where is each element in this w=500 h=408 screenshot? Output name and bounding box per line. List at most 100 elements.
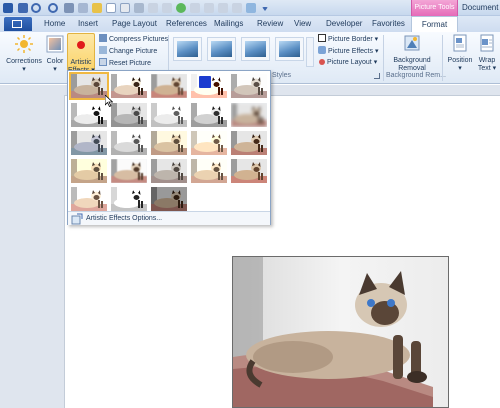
email-icon[interactable] [120,3,130,13]
reset-picture-button[interactable]: Reset Picture [99,58,151,69]
artistic-effects-icon [77,41,85,49]
artistic-effect-thumb-2[interactable] [111,74,147,98]
artistic-effect-thumb-5[interactable] [231,74,267,98]
artistic-effect-thumb-22[interactable] [111,187,147,211]
table-icon[interactable] [162,3,172,13]
picture-style-1[interactable] [173,37,202,61]
color-icon [46,35,64,53]
picture-tools-context-title: Picture Tools [411,0,458,16]
undo-icon[interactable] [31,3,41,13]
artistic-effects-options[interactable]: Artistic Effects Options... [68,211,270,225]
compress-pictures-button[interactable]: Compress Pictures [99,34,168,45]
artistic-effect-thumb-20[interactable] [231,159,267,183]
artistic-effect-thumb-18[interactable] [151,159,187,183]
artistic-effect-thumb-6[interactable] [71,103,107,127]
artistic-effect-thumb-7[interactable] [111,103,147,127]
open-icon[interactable] [92,3,102,13]
artistic-effect-thumb-15[interactable] [231,131,267,155]
chevron-down-icon: ▾ [53,66,57,73]
picture-style-2[interactable] [207,37,236,61]
quick-print-icon[interactable] [134,3,144,13]
refresh-icon[interactable] [176,3,186,13]
cat-photo-image [233,257,448,407]
tab-mailings[interactable]: Mailings [214,19,243,32]
group-separator [383,35,384,81]
picture-styles-group-label: Styles [272,72,292,79]
wrap-text-button[interactable]: Wrap Text ▾ [475,34,499,73]
corrections-button[interactable]: Corrections ▾ [6,35,42,74]
dialog-launcher-icon[interactable] [374,73,380,79]
compress-pictures-label: Compress Pictures [109,36,169,43]
artistic-effect-thumb-23[interactable] [151,187,187,211]
format-icon[interactable] [190,3,200,13]
redo-icon[interactable] [48,3,58,13]
file-menu-button[interactable] [4,17,32,31]
position-label: Position [447,57,473,64]
artistic-effects-gallery: Artistic Effects Options... [67,70,271,225]
find-icon[interactable] [232,3,242,13]
customize-qat-icon[interactable] [262,7,268,11]
wrap-text-label-line2: Text ▾ [477,65,497,72]
picture-effects-icon [318,46,326,54]
artistic-effect-thumb-14[interactable] [191,131,227,155]
artistic-effect-thumb-19[interactable] [191,159,227,183]
artistic-effect-thumb-4[interactable] [191,74,227,98]
tab-home[interactable]: Home [44,19,65,32]
file-menu-icon [12,20,22,28]
reset-picture-icon [99,58,107,66]
tab-format[interactable]: Format [411,16,458,32]
title-bar: Picture Tools Document [0,0,500,16]
artistic-effect-thumb-8[interactable] [151,103,187,127]
wrap-text-label-line1: Wrap [478,57,496,64]
ribbon-tab-bar: Home Insert Page Layout References Maili… [0,16,500,32]
artistic-effect-thumb-21[interactable] [71,187,107,211]
tab-developer[interactable]: Developer [326,19,362,32]
picture-style-3[interactable] [241,37,270,61]
artistic-effect-thumb-16[interactable] [71,159,107,183]
corrections-icon [15,35,33,53]
tab-favorites[interactable]: Favorites [372,19,405,32]
artistic-effect-thumb-17[interactable] [111,159,147,183]
artistic-effects-label-line1: Artistic [70,59,92,66]
new-icon[interactable] [106,3,116,13]
position-button[interactable]: Position ▾ [447,34,473,73]
print-icon[interactable] [64,3,74,13]
picture-effects-button[interactable]: Picture Effects ▾ [318,46,378,57]
picture-style-4[interactable] [275,37,304,61]
artistic-effects-button[interactable]: Artistic Effects ▾ [67,33,95,74]
tab-references[interactable]: References [166,19,207,32]
artistic-effect-thumb-11[interactable] [71,131,107,155]
artistic-effect-thumb-9[interactable] [191,103,227,127]
options-icon [71,213,83,225]
background-removal-button[interactable]: Background Removal [392,34,432,73]
reset-picture-label: Reset Picture [109,60,152,67]
styles-gallery-scroll[interactable] [306,37,314,67]
tab-insert[interactable]: Insert [78,19,98,32]
artistic-effect-thumb-13[interactable] [151,131,187,155]
paragraph-icon[interactable] [218,3,228,13]
picture-layout-button[interactable]: Picture Layout ▾ [318,58,377,68]
position-icon [453,34,467,52]
cat-photo[interactable] [232,256,449,408]
numbering-icon[interactable] [204,3,214,13]
chevron-down-icon: ▾ [458,65,462,72]
document-title: Document [462,3,499,12]
artistic-effect-thumb-3[interactable] [151,74,187,98]
spell-check-icon[interactable] [78,3,88,13]
picture-border-button[interactable]: Picture Border ▾ [318,34,378,45]
tab-page-layout[interactable]: Page Layout [112,19,157,32]
save-icon[interactable] [18,3,28,13]
tab-review[interactable]: Review [257,19,283,32]
background-removal-label-line1: Background [393,57,431,64]
artistic-effect-thumb-1[interactable] [69,72,109,100]
draw-table-icon[interactable] [148,3,158,13]
artistic-effect-thumb-12[interactable] [111,131,147,155]
mouse-cursor-icon [105,95,113,107]
tab-view[interactable]: View [294,19,311,32]
color-button[interactable]: Color ▾ [44,35,66,74]
change-picture-icon [99,46,107,54]
artistic-effect-thumb-10[interactable] [231,103,267,127]
change-picture-button[interactable]: Change Picture [99,46,157,57]
picture-border-icon [318,34,326,42]
picture-icon[interactable] [246,3,256,13]
